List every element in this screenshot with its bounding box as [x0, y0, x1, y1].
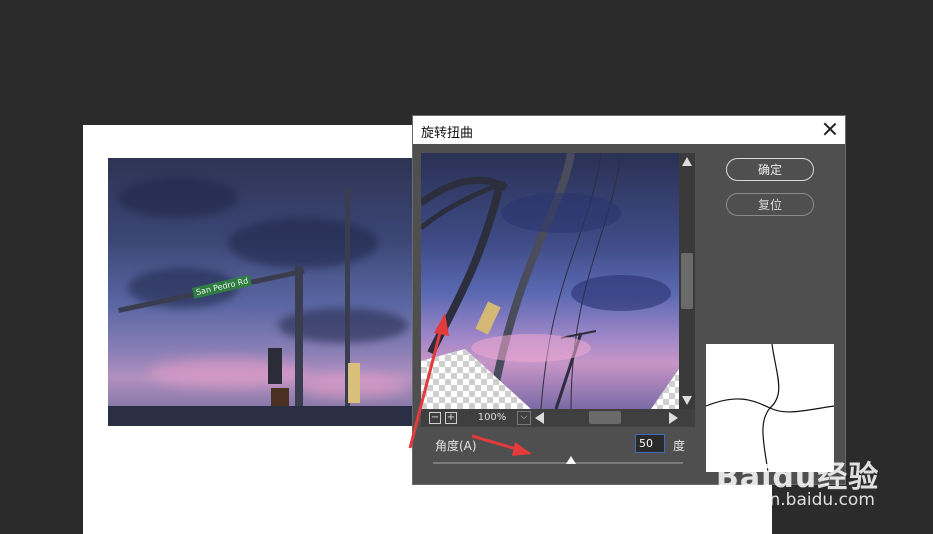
angle-slider-track[interactable]	[433, 462, 683, 464]
ok-button[interactable]: 确定	[726, 158, 814, 181]
baidu-watermark: Baidu经验 jingyan.baidu.com	[716, 452, 916, 522]
dialog-title: 旋转扭曲	[421, 126, 474, 141]
scroll-right-icon[interactable]	[669, 412, 678, 424]
zoom-bar: − + 100% ⌵	[421, 409, 695, 427]
zoom-out-button[interactable]: −	[429, 412, 441, 424]
angle-unit: 度	[673, 439, 686, 453]
watermark-url: jingyan.baidu.com	[718, 490, 875, 510]
zoom-in-button[interactable]: +	[445, 412, 457, 424]
twirl-preview[interactable]	[421, 153, 679, 409]
scroll-down-icon[interactable]	[682, 396, 692, 405]
scroll-left-icon[interactable]	[535, 412, 544, 424]
dialog-titlebar: 旋转扭曲	[413, 116, 845, 144]
vertical-scroll-thumb[interactable]	[681, 253, 693, 309]
zoom-level: 100%	[477, 412, 507, 423]
preview-vertical-scrollbar[interactable]	[679, 153, 695, 409]
reset-button[interactable]: 复位	[726, 193, 814, 216]
horizontal-scroll-thumb[interactable]	[589, 411, 621, 424]
scroll-up-icon[interactable]	[682, 157, 692, 166]
angle-label: 角度(A)	[435, 439, 477, 453]
close-icon[interactable]	[821, 120, 839, 138]
source-photo: San Pedro Rd	[108, 158, 412, 426]
zoom-dropdown-icon[interactable]: ⌵	[517, 411, 531, 425]
angle-input[interactable]: 50	[635, 434, 665, 453]
angle-slider-thumb[interactable]	[565, 456, 576, 464]
